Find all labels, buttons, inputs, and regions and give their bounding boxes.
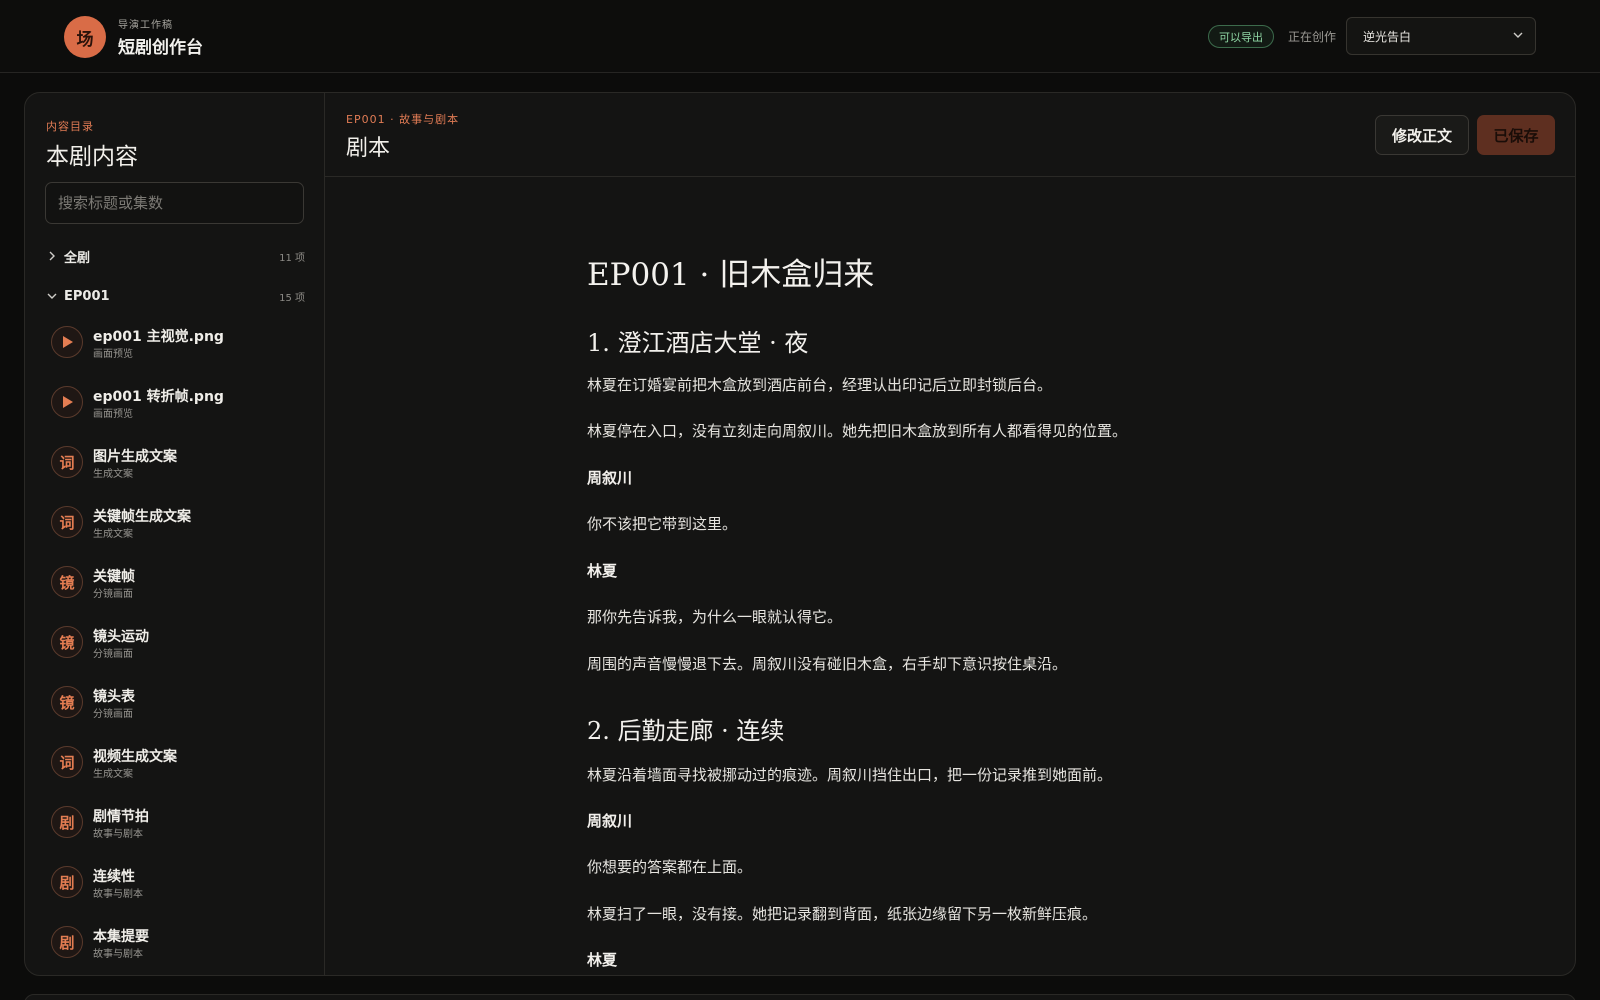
chevron-down-icon — [1513, 32, 1523, 38]
tree-group-count: 11 项 — [279, 252, 305, 264]
list-item[interactable]: 词 图片生成文案 生成文案 — [51, 439, 301, 487]
list-item-label: 关键帧生成文案 — [93, 509, 191, 525]
action-paragraph: 林夏扫了一眼，没有接。她把记录翻到背面，纸张边缘留下另一枚新鲜压痕。 — [587, 905, 1098, 923]
play-icon — [51, 386, 83, 418]
shot-badge-icon: 镜 — [51, 566, 83, 598]
dialogue-speaker: 周叙川 — [587, 469, 633, 487]
list-item[interactable]: ep001 转折帧.png 画面预览 — [51, 379, 301, 427]
sidebar-eyebrow: 内容目录 — [46, 120, 94, 133]
project-select[interactable]: 逆光告白 — [1346, 17, 1536, 55]
export-status-badge: 可以导出 — [1208, 25, 1274, 48]
list-item[interactable]: 镜 镜头表 分镜画面 — [51, 679, 301, 727]
word-badge-icon: 词 — [51, 506, 83, 538]
dialogue-speaker: 林夏 — [587, 562, 618, 580]
dialogue-line: 那你先告诉我，为什么一眼就认得它。 — [587, 608, 843, 626]
tree-group-ep001[interactable]: EP001 15 项 — [45, 284, 305, 308]
list-item-sub: 生成文案 — [93, 529, 133, 540]
script-document: EP001 · 旧木盒归来 1. 澄江酒店大堂 · 夜 林夏在订婚宴前把木盒放到… — [587, 177, 1267, 975]
tree-group-count: 15 项 — [279, 292, 305, 304]
list-item[interactable]: 词 视频生成文案 生成文案 — [51, 739, 301, 787]
content-sidebar: 内容目录 本剧内容 全剧 11 项 EP001 15 项 ep001 主视觉.p… — [25, 93, 325, 975]
list-item-label: ep001 转折帧.png — [93, 389, 224, 405]
brand-title: 短剧创作台 — [118, 38, 203, 58]
tree-group-label: 全剧 — [64, 250, 91, 266]
list-item[interactable]: 剧 连续性 故事与剧本 — [51, 859, 301, 907]
brand-logo: 场 — [64, 16, 106, 58]
chevron-right-icon — [49, 251, 55, 261]
search-input[interactable] — [45, 182, 304, 224]
shot-badge-icon: 镜 — [51, 626, 83, 658]
tree-group-all[interactable]: 全剧 11 项 — [45, 244, 305, 268]
list-item-label: 剧情节拍 — [93, 809, 149, 825]
script-content: EP001 · 故事与剧本 剧本 修改正文 已保存 EP001 · 旧木盒归来 … — [325, 93, 1575, 975]
page-title: 剧本 — [346, 136, 391, 161]
list-item-sub: 画面预览 — [93, 409, 133, 420]
project-select-value: 逆光告白 — [1363, 29, 1412, 44]
list-item-label: 镜头表 — [93, 689, 135, 705]
word-badge-icon: 词 — [51, 746, 83, 778]
dialogue-line: 你不该把它带到这里。 — [587, 515, 738, 533]
list-item-label: ep001 主视觉.png — [93, 329, 224, 345]
list-item[interactable]: 剧 本集提要 故事与剧本 — [51, 919, 301, 967]
bottom-panel-edge — [24, 994, 1576, 1000]
creating-label: 正在创作 — [1288, 30, 1337, 44]
scene-heading: 2. 后勤走廊 · 连续 — [587, 717, 785, 745]
top-bar: 场 导演工作稿 短剧创作台 可以导出 正在创作 逆光告白 — [0, 0, 1600, 73]
list-item-label: 镜头运动 — [93, 629, 149, 645]
drama-badge-icon: 剧 — [51, 806, 83, 838]
list-item-sub: 分镜画面 — [93, 709, 133, 720]
episode-title: EP001 · 旧木盒归来 — [587, 257, 875, 293]
list-item[interactable]: 剧 剧情节拍 故事与剧本 — [51, 799, 301, 847]
dialogue-line: 你想要的答案都在上面。 — [587, 858, 753, 876]
list-item-sub: 故事与剧本 — [93, 829, 143, 840]
dialogue-speaker: 林夏 — [587, 951, 618, 969]
tree-group-label: EP001 — [64, 288, 110, 304]
list-item-sub: 分镜画面 — [93, 649, 133, 660]
content-breadcrumb: EP001 · 故事与剧本 — [346, 113, 460, 126]
list-item-sub: 故事与剧本 — [93, 949, 143, 960]
list-item-sub: 生成文案 — [93, 469, 133, 480]
list-item-sub: 故事与剧本 — [93, 889, 143, 900]
chevron-down-icon — [47, 293, 57, 299]
action-paragraph: 林夏沿着墙面寻找被挪动过的痕迹。周叙川挡住出口，把一份记录推到她面前。 — [587, 766, 1113, 784]
drama-badge-icon: 剧 — [51, 866, 83, 898]
saved-button[interactable]: 已保存 — [1477, 115, 1555, 155]
list-item[interactable]: 词 关键帧生成文案 生成文案 — [51, 499, 301, 547]
sidebar-title: 本剧内容 — [46, 144, 138, 170]
list-item[interactable]: 镜 镜头运动 分镜画面 — [51, 619, 301, 667]
list-item-sub: 生成文案 — [93, 769, 133, 780]
drama-badge-icon: 剧 — [51, 926, 83, 958]
action-paragraph: 林夏停在入口，没有立刻走向周叙川。她先把旧木盒放到所有人都看得见的位置。 — [587, 422, 1128, 440]
list-item-label: 本集提要 — [93, 929, 149, 945]
dialogue-speaker: 周叙川 — [587, 812, 633, 830]
list-item-label: 图片生成文案 — [93, 449, 177, 465]
edit-text-button[interactable]: 修改正文 — [1375, 115, 1469, 155]
list-item-label: 视频生成文案 — [93, 749, 177, 765]
content-header: EP001 · 故事与剧本 剧本 修改正文 已保存 — [325, 93, 1575, 177]
list-item-sub: 分镜画面 — [93, 589, 133, 600]
word-badge-icon: 词 — [51, 446, 83, 478]
list-item[interactable]: ep001 主视觉.png 画面预览 — [51, 319, 301, 367]
list-item[interactable]: 镜 关键帧 分镜画面 — [51, 559, 301, 607]
main-panel: 内容目录 本剧内容 全剧 11 项 EP001 15 项 ep001 主视觉.p… — [24, 92, 1576, 976]
list-item-sub: 画面预览 — [93, 349, 133, 360]
play-icon — [51, 326, 83, 358]
shot-badge-icon: 镜 — [51, 686, 83, 718]
list-item-label: 关键帧 — [93, 569, 135, 585]
action-paragraph: 林夏在订婚宴前把木盒放到酒店前台，经理认出印记后立即封锁后台。 — [587, 376, 1053, 394]
brand-subtitle: 导演工作稿 — [118, 20, 173, 31]
list-item-label: 连续性 — [93, 869, 135, 885]
action-paragraph: 周围的声音慢慢退下去。周叙川没有碰旧木盒，右手却下意识按住桌沿。 — [587, 655, 1068, 673]
scene-heading: 1. 澄江酒店大堂 · 夜 — [587, 329, 809, 357]
